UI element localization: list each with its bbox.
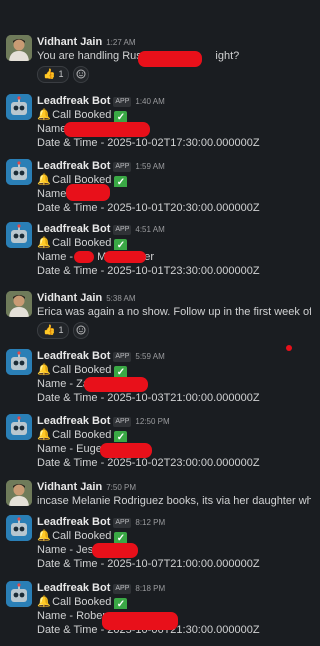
- datetime-line: Date & Time - 2025-10-07T21:00:00.000000…: [37, 558, 260, 570]
- check-icon: ✓: [114, 366, 128, 377]
- bot-avatar[interactable]: [6, 222, 32, 248]
- timestamp[interactable]: 1:59 AM: [135, 162, 164, 171]
- reaction-count: 1: [58, 325, 64, 335]
- sender-name[interactable]: Leadfreak Bot: [37, 415, 110, 427]
- bell-icon: 🔔: [37, 596, 51, 608]
- redaction-mark: [92, 543, 138, 558]
- sender-name[interactable]: Leadfreak Bot: [37, 516, 110, 528]
- add-emoji-icon: [76, 325, 86, 335]
- app-badge: APP: [113, 225, 132, 235]
- status-text: Call Booked: [52, 237, 112, 249]
- status-text: Call Booked: [52, 596, 112, 608]
- sender-name[interactable]: Leadfreak Bot: [37, 223, 110, 235]
- redaction-mark: [104, 251, 146, 263]
- user-avatar[interactable]: [6, 480, 32, 506]
- redaction-mark: [102, 612, 178, 630]
- status-text: Call Booked: [52, 364, 112, 376]
- redaction-mark: [100, 443, 152, 458]
- redaction-mark: [74, 251, 94, 263]
- bell-icon: 🔔: [37, 109, 51, 121]
- status-text: Call Booked: [52, 530, 112, 542]
- app-badge: APP: [113, 352, 132, 362]
- user-avatar[interactable]: [6, 35, 32, 61]
- message-feed: Vidhant Jain 1:27 AM You are handling Rus…: [0, 0, 311, 646]
- reaction-pill[interactable]: 👍 1: [37, 65, 70, 83]
- check-icon: ✓: [114, 176, 128, 187]
- message-text: incase Melanie Rodriguez books, its via …: [37, 495, 311, 507]
- bot-avatar[interactable]: [6, 94, 32, 120]
- timestamp[interactable]: 5:38 AM: [106, 294, 135, 303]
- datetime-line: Date & Time - 2025-10-01T23:30:00.000000…: [37, 265, 260, 277]
- thumbs-up-icon: 👍: [43, 68, 56, 80]
- datetime-line: Date & Time - 2025-10-02T23:00:00.000000…: [37, 457, 260, 469]
- bot-avatar[interactable]: [6, 581, 32, 607]
- check-icon: ✓: [114, 532, 128, 543]
- redaction-mark: [64, 122, 150, 137]
- bot-avatar[interactable]: [6, 159, 32, 185]
- datetime-line: Date & Time - 2025-10-03T21:00:00.000000…: [37, 392, 260, 404]
- timestamp[interactable]: 1:27 AM: [106, 38, 135, 47]
- status-text: Call Booked: [52, 429, 112, 441]
- check-icon: ✓: [114, 239, 128, 250]
- check-icon: ✓: [114, 431, 128, 442]
- redaction-mark: [138, 51, 202, 67]
- name-line: Name - Eugene: [37, 443, 115, 455]
- user-avatar[interactable]: [6, 291, 32, 317]
- app-badge: APP: [113, 518, 132, 528]
- reaction-count: 1: [58, 69, 64, 79]
- datetime-line: Date & Time - 2025-10-02T17:30:00.000000…: [37, 137, 260, 149]
- status-text: Call Booked: [52, 109, 112, 121]
- name-line: Name - Za: [37, 378, 89, 390]
- bell-icon: 🔔: [37, 237, 51, 249]
- app-badge: APP: [113, 584, 132, 594]
- timestamp[interactable]: 8:18 PM: [135, 584, 165, 593]
- timestamp[interactable]: 12:50 PM: [135, 417, 169, 426]
- app-badge: APP: [113, 162, 132, 172]
- timestamp[interactable]: 5:59 AM: [135, 352, 164, 361]
- timestamp[interactable]: 7:50 PM: [106, 483, 136, 492]
- message-text: Erica was again a no show. Follow up in …: [37, 306, 311, 318]
- timestamp[interactable]: 8:12 PM: [135, 518, 165, 527]
- check-icon: ✓: [114, 111, 128, 122]
- bell-icon: 🔔: [37, 364, 51, 376]
- add-emoji-icon: [76, 69, 86, 79]
- add-reaction-button[interactable]: [73, 321, 90, 339]
- check-icon: ✓: [114, 598, 128, 609]
- timestamp[interactable]: 1:40 AM: [135, 97, 164, 106]
- reaction-pill[interactable]: 👍 1: [37, 321, 70, 339]
- sender-name[interactable]: Leadfreak Bot: [37, 95, 110, 107]
- bot-avatar[interactable]: [6, 349, 32, 375]
- bell-icon: 🔔: [37, 174, 51, 186]
- sender-name[interactable]: Vidhant Jain: [37, 292, 102, 304]
- timestamp[interactable]: 4:51 AM: [135, 225, 164, 234]
- app-badge: APP: [113, 417, 132, 427]
- name-line: Name - Jess: [37, 544, 99, 556]
- add-reaction-button[interactable]: [73, 65, 90, 83]
- bot-avatar[interactable]: [6, 414, 32, 440]
- bot-avatar[interactable]: [6, 515, 32, 541]
- bell-icon: 🔔: [37, 530, 51, 542]
- thumbs-up-icon: 👍: [43, 324, 56, 336]
- sender-name[interactable]: Leadfreak Bot: [37, 582, 110, 594]
- sender-name[interactable]: Leadfreak Bot: [37, 350, 110, 362]
- sender-name[interactable]: Leadfreak Bot: [37, 160, 110, 172]
- app-badge: APP: [113, 97, 132, 107]
- redaction-mark: [84, 377, 148, 392]
- datetime-line: Date & Time - 2025-10-01T20:30:00.000000…: [37, 202, 260, 214]
- sender-name[interactable]: Vidhant Jain: [37, 36, 102, 48]
- redaction-mark: [66, 184, 110, 201]
- bell-icon: 🔔: [37, 429, 51, 441]
- sender-name[interactable]: Vidhant Jain: [37, 481, 102, 493]
